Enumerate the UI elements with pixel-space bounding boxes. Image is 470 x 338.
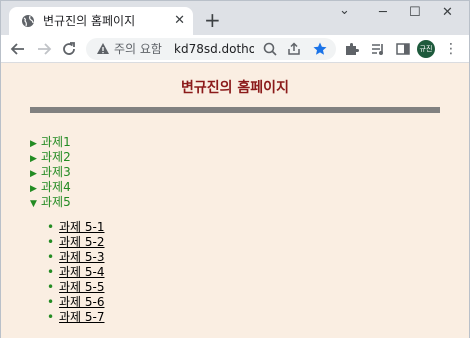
browser-window: 변규진의 홈페이지 ✕ + ⌄ ─ ☐ ✕ 주의 요함 kd78sd.dotho…: [0, 0, 470, 338]
active-tab[interactable]: 변규진의 홈페이지 ✕: [9, 7, 193, 35]
list-item: • 과제 5-7: [47, 310, 105, 325]
bullet-icon: •: [47, 220, 55, 234]
browser-toolbar: 주의 요함 kd78sd.dothome 규진: [1, 35, 469, 63]
search-icon[interactable]: [262, 41, 278, 57]
new-tab-button[interactable]: +: [204, 10, 221, 30]
chevron-down-icon[interactable]: ⌄: [339, 3, 350, 19]
sub-item-link[interactable]: 과제 5-1: [59, 220, 105, 234]
menu-item-label: 과제1: [41, 135, 71, 149]
menu-item-label: 과제5: [41, 195, 71, 209]
list-item: • 과제 5-2: [47, 235, 105, 250]
sub-item-link[interactable]: 과제 5-3: [59, 250, 105, 264]
address-bar[interactable]: 주의 요함 kd78sd.dothome: [86, 38, 336, 60]
kebab-menu-icon[interactable]: ⋮: [444, 40, 458, 58]
menu-item-2[interactable]: ▶ 과제2: [30, 150, 71, 165]
back-arrow-icon[interactable]: [9, 40, 27, 58]
assignment-menu: ▶ 과제1 ▶ 과제2 ▶ 과제3 ▶ 과제4 ▼ 과제5: [30, 135, 71, 210]
tab-strip: 변규진의 홈페이지 ✕ + ⌄ ─ ☐ ✕: [1, 1, 469, 35]
sub-item-link[interactable]: 과제 5-5: [59, 280, 105, 294]
list-item: • 과제 5-1: [47, 220, 105, 235]
collapse-arrow-icon: ▼: [30, 199, 37, 209]
share-icon[interactable]: [286, 41, 302, 57]
menu-item-5[interactable]: ▼ 과제5: [30, 195, 71, 210]
horizontal-rule: [30, 107, 440, 113]
close-tab-icon[interactable]: ✕: [174, 13, 185, 29]
tab-title: 변규진의 홈페이지: [43, 14, 136, 28]
sub-item-link[interactable]: 과제 5-2: [59, 235, 105, 249]
reload-icon[interactable]: [60, 40, 78, 58]
page-title: 변규진의 홈페이지: [181, 80, 289, 96]
maximize-button[interactable]: ☐: [409, 5, 421, 21]
bullet-icon: •: [47, 235, 55, 249]
warning-icon[interactable]: [96, 42, 110, 56]
page-content: 변규진의 홈페이지 ▶ 과제1 ▶ 과제2 ▶ 과제3 ▶ 과제4 ▼ 과제5 • 과제 5…: [1, 63, 469, 338]
bullet-icon: •: [47, 265, 55, 279]
menu-item-label: 과제2: [41, 150, 71, 164]
bullet-icon: •: [47, 280, 55, 294]
avatar[interactable]: 규진: [417, 40, 435, 58]
bullet-icon: •: [47, 250, 55, 264]
bullet-icon: •: [47, 310, 55, 324]
list-item: • 과제 5-5: [47, 280, 105, 295]
media-queue-icon[interactable]: [370, 41, 386, 57]
sub-item-link[interactable]: 과제 5-6: [59, 295, 105, 309]
sub-item-link[interactable]: 과제 5-7: [59, 310, 105, 324]
forward-arrow-icon[interactable]: [35, 40, 53, 58]
list-item: • 과제 5-6: [47, 295, 105, 310]
assignment-5-sublist: • 과제 5-1 • 과제 5-2 • 과제 5-3 • 과제 5-4 • 과제 5-5 …: [47, 220, 105, 325]
menu-item-1[interactable]: ▶ 과제1: [30, 135, 71, 150]
list-item: • 과제 5-3: [47, 250, 105, 265]
menu-item-4[interactable]: ▶ 과제4: [30, 180, 71, 195]
menu-item-label: 과제4: [41, 180, 71, 194]
sub-item-link[interactable]: 과제 5-4: [59, 265, 105, 279]
close-window-button[interactable]: ✕: [442, 5, 453, 21]
puzzle-icon[interactable]: [344, 41, 360, 57]
list-item: • 과제 5-4: [47, 265, 105, 280]
star-icon[interactable]: [312, 41, 328, 57]
url-text[interactable]: kd78sd.dothome: [174, 41, 254, 57]
menu-item-label: 과제3: [41, 165, 71, 179]
menu-item-3[interactable]: ▶ 과제3: [30, 165, 71, 180]
minimize-button[interactable]: ─: [379, 5, 387, 21]
bullet-icon: •: [47, 295, 55, 309]
side-panel-icon[interactable]: [395, 41, 411, 57]
security-label[interactable]: 주의 요함: [114, 41, 162, 57]
globe-icon: [22, 15, 34, 27]
